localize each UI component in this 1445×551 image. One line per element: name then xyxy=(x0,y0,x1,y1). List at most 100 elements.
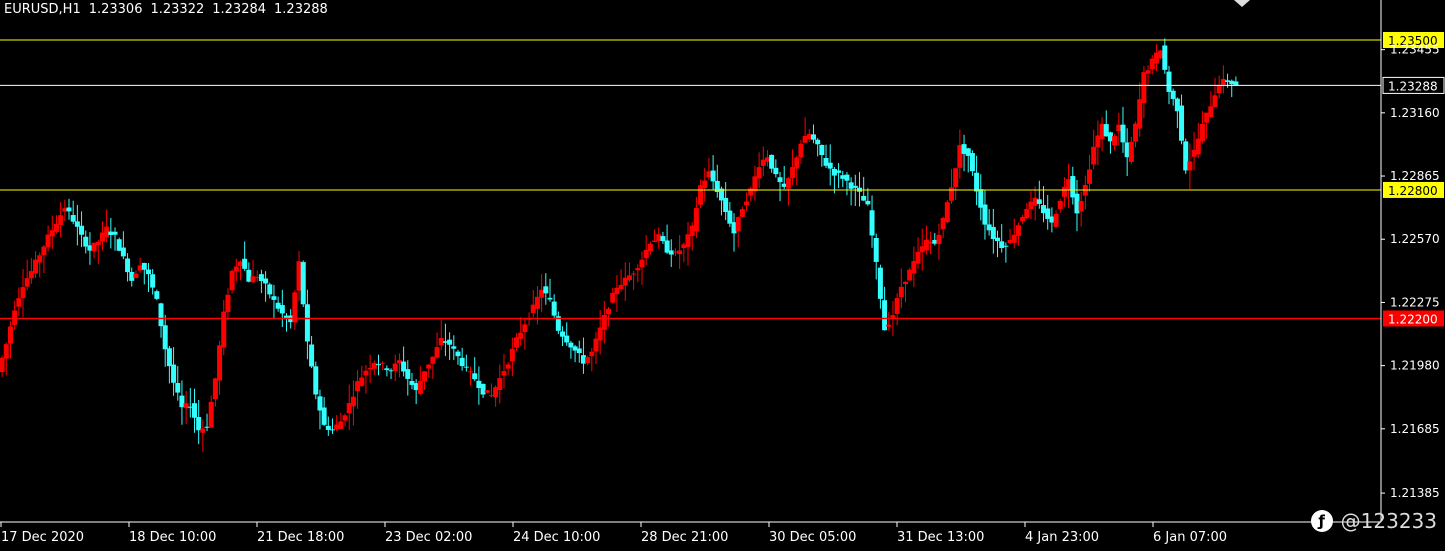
level-price-label: 1.22200 xyxy=(1388,312,1438,326)
bear-candle xyxy=(547,297,553,300)
y-tick-label: 1.21980 xyxy=(1390,359,1440,373)
bull-candle xyxy=(923,239,929,251)
bull-candle xyxy=(693,208,699,232)
bull-candle xyxy=(1187,161,1193,171)
bear-candle xyxy=(995,237,1001,242)
bear-candle xyxy=(827,162,833,169)
bull-candle xyxy=(1216,85,1222,94)
y-tick-label: 1.21685 xyxy=(1390,422,1440,436)
bear-candle xyxy=(154,291,160,299)
bull-candle xyxy=(58,215,64,225)
bull-candle xyxy=(1091,146,1097,165)
bear-candle xyxy=(267,284,273,295)
bull-candle xyxy=(468,371,474,373)
bear-candle xyxy=(271,296,277,300)
candles-layer xyxy=(0,38,1239,452)
bear-candle xyxy=(1170,90,1176,99)
bull-candle xyxy=(200,428,206,433)
bear-candle xyxy=(321,407,327,425)
bear-candle xyxy=(175,383,181,393)
bear-candle xyxy=(300,262,306,305)
bear-candle xyxy=(196,417,202,431)
bull-candle xyxy=(417,380,423,394)
bear-candle xyxy=(83,236,89,247)
bear-candle xyxy=(112,231,118,235)
bear-candle xyxy=(852,185,858,188)
bear-candle xyxy=(125,258,131,273)
bear-candle xyxy=(869,210,875,236)
bull-candle xyxy=(359,377,365,386)
bear-candle xyxy=(472,373,478,380)
bull-candle xyxy=(915,251,921,264)
bear-candle xyxy=(330,429,336,431)
bull-candle xyxy=(41,246,47,256)
bear-candle xyxy=(723,197,729,212)
y-tick-label: 1.22275 xyxy=(1390,295,1440,309)
bull-candle xyxy=(635,268,641,271)
bull-candle xyxy=(798,143,804,158)
bear-candle xyxy=(480,383,486,395)
bull-candle xyxy=(53,223,59,232)
bear-candle xyxy=(861,195,867,201)
bull-candle xyxy=(422,371,428,382)
bear-candle xyxy=(815,139,821,145)
bear-candle xyxy=(158,303,164,327)
scroll-arrow-icon[interactable] xyxy=(1234,0,1250,7)
bull-candle xyxy=(430,356,436,364)
brand-logo-icon: ƒ xyxy=(1310,510,1333,532)
bull-candle xyxy=(790,167,796,179)
bear-candle xyxy=(405,369,411,379)
bull-candle xyxy=(338,421,344,429)
bull-candle xyxy=(735,217,741,232)
symbol-label: EURUSD,H1 xyxy=(4,2,81,17)
bull-candle xyxy=(518,332,524,339)
bear-candle xyxy=(982,204,988,225)
bear-candle xyxy=(162,325,168,350)
bull-candle xyxy=(702,180,708,188)
level-price-label: 1.22800 xyxy=(1388,184,1438,198)
bull-candle xyxy=(953,168,959,187)
bear-candle xyxy=(1162,45,1168,70)
bull-candle xyxy=(785,178,791,189)
bear-candle xyxy=(777,177,783,183)
bull-candle xyxy=(756,167,762,179)
bull-candle xyxy=(647,243,653,252)
bull-candle xyxy=(1011,234,1017,243)
bear-candle xyxy=(376,364,382,366)
bull-candle xyxy=(221,311,227,348)
bear-candle xyxy=(1036,199,1042,204)
bear-candle xyxy=(455,351,461,357)
bull-candle xyxy=(744,201,750,206)
bear-candle xyxy=(660,236,666,242)
y-tick-label: 1.23160 xyxy=(1390,106,1440,120)
bull-candle xyxy=(944,202,950,223)
level-price-label: 1.23288 xyxy=(1388,79,1438,93)
bear-candle xyxy=(279,305,285,314)
bull-candle xyxy=(208,401,214,428)
bull-candle xyxy=(1087,169,1093,184)
low-value: 1.23284 xyxy=(212,2,267,17)
bear-candle xyxy=(120,247,126,257)
bull-candle xyxy=(631,273,637,275)
bull-candle xyxy=(16,298,22,307)
bull-candle xyxy=(514,337,520,348)
price-chart[interactable]: 1.235001.232881.228001.22200 1.234551.23… xyxy=(0,0,1445,551)
bull-candle xyxy=(639,259,645,268)
bull-candle xyxy=(1141,72,1147,104)
bull-candle xyxy=(501,371,507,376)
x-tick-label: 24 Dec 10:00 xyxy=(513,530,600,545)
bull-candle xyxy=(898,286,904,298)
bear-candle xyxy=(141,262,147,270)
bull-candle xyxy=(484,390,490,393)
bear-candle xyxy=(263,278,269,284)
bear-candle xyxy=(447,339,453,345)
bull-candle xyxy=(45,234,51,248)
bull-candle xyxy=(949,187,955,201)
bear-candle xyxy=(1003,245,1009,247)
bull-candle xyxy=(225,294,231,313)
bear-candle xyxy=(150,274,156,288)
bull-candle xyxy=(0,357,5,373)
x-tick-label: 21 Dec 18:00 xyxy=(257,530,344,545)
bear-candle xyxy=(451,346,457,349)
bull-candle xyxy=(212,378,218,400)
